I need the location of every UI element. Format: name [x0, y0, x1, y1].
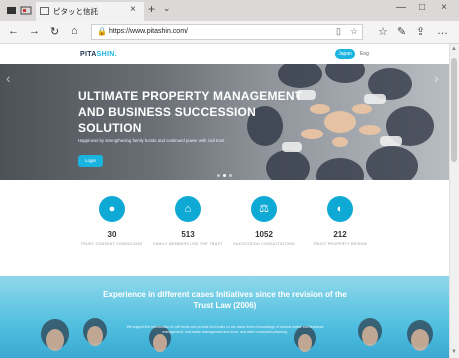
site-logo[interactable]: PITASHIN. [80, 51, 117, 58]
reading-view-icon[interactable]: ▯ [336, 26, 341, 37]
carousel-dot-active[interactable] [223, 174, 226, 177]
share-icon[interactable]: ⇪ [416, 25, 425, 38]
scroll-up-icon[interactable]: ▲ [451, 46, 457, 52]
scroll-down-icon[interactable]: ▼ [451, 349, 457, 355]
bank-icon: ⌂ [175, 196, 201, 222]
forward-button[interactable]: → [29, 25, 40, 37]
new-tab-button[interactable]: + [148, 2, 155, 16]
more-icon[interactable]: … [437, 25, 448, 37]
stat-label: TRUST PROPERTY REVIEW [312, 242, 368, 246]
stat-value: 1052 [255, 230, 273, 239]
carousel-prev-icon[interactable]: ‹ [6, 70, 11, 86]
login-button[interactable]: Login [78, 155, 103, 167]
stats-section: ● 30 TRUST CONSENT CONSULTANT ⌂ 513 FAMI… [0, 180, 449, 276]
home-button[interactable]: ⌂ [71, 25, 78, 37]
stat-consultants: ● 30 TRUST CONSENT CONSULTANT [70, 196, 154, 247]
favorites-icon[interactable]: ☆ [378, 25, 388, 38]
reload-button[interactable]: ↻ [50, 25, 59, 38]
page-favicon-icon [40, 7, 49, 15]
tab-close-icon[interactable]: × [130, 4, 136, 15]
carousel-dot[interactable] [229, 174, 232, 177]
stat-value: 30 [107, 230, 117, 239]
stat-label: SUCCESSION CONSULTATIONS [233, 242, 295, 246]
browser-tab[interactable]: ピタッと信託 × [36, 2, 144, 21]
stat-label: FAMILY MEMBERS USE THE TRUST [153, 242, 223, 246]
close-window-button[interactable]: × [441, 2, 447, 13]
minimize-button[interactable]: — [396, 2, 406, 13]
experience-section: Experience in different cases Initiative… [0, 276, 449, 358]
maximize-button[interactable]: □ [419, 2, 425, 13]
scrollbar-thumb[interactable] [451, 58, 457, 162]
stat-consultations: ⚖ 1052 SUCCESSION CONSULTATIONS [222, 196, 306, 247]
carousel-next-icon[interactable]: › [434, 70, 439, 86]
lock-icon: 🔒 [97, 27, 107, 36]
browser-tab-bar: ピタッと信託 × + ⌄ — □ × [0, 0, 459, 21]
back-button[interactable]: ← [8, 25, 19, 37]
experience-title: Experience in different cases Initiative… [103, 290, 347, 310]
address-url[interactable]: https://www.pitashin.com/ [109, 28, 188, 35]
experience-body: We support the introduction of civil tru… [126, 325, 324, 334]
stat-value: 513 [181, 230, 195, 239]
shield-icon: ◐ [327, 196, 353, 222]
hero-banner: ULTIMATE PROPERTY MANAGEMENT AND BUSINES… [0, 64, 449, 180]
tab-title: ピタッと信託 [53, 7, 98, 16]
stat-label: TRUST CONSENT CONSULTANT [80, 242, 144, 246]
hero-subtitle: Happiness by strengthening family bonds … [78, 138, 225, 143]
tab-preview-icon[interactable] [20, 4, 33, 17]
browser-nav-bar: ← → ↻ ⌂ 🔒 https://www.pitashin.com/ ▯ ☆ … [0, 21, 459, 44]
scale-icon: ⚖ [251, 196, 277, 222]
tab-list-chevron-icon[interactable]: ⌄ [163, 3, 171, 14]
hero-title: ULTIMATE PROPERTY MANAGEMENT AND BUSINES… [78, 89, 303, 135]
window-icon[interactable] [5, 4, 18, 17]
favorite-star-icon[interactable]: ☆ [350, 26, 358, 37]
lang-japan-button[interactable]: Japan [335, 49, 355, 59]
lang-english-link[interactable]: Eng [360, 51, 369, 57]
stat-property-review: ◐ 212 TRUST PROPERTY REVIEW [298, 196, 382, 247]
user-icon: ● [99, 196, 125, 222]
stat-value: 212 [333, 230, 347, 239]
address-bar[interactable]: 🔒 https://www.pitashin.com/ ▯ ☆ [91, 24, 363, 40]
site-header: PITASHIN. Japan Eng [0, 44, 449, 64]
carousel-dot[interactable] [217, 174, 220, 177]
stat-family-members: ⌂ 513 FAMILY MEMBERS USE THE TRUST [146, 196, 230, 247]
pen-icon[interactable]: ✎ [397, 25, 406, 38]
